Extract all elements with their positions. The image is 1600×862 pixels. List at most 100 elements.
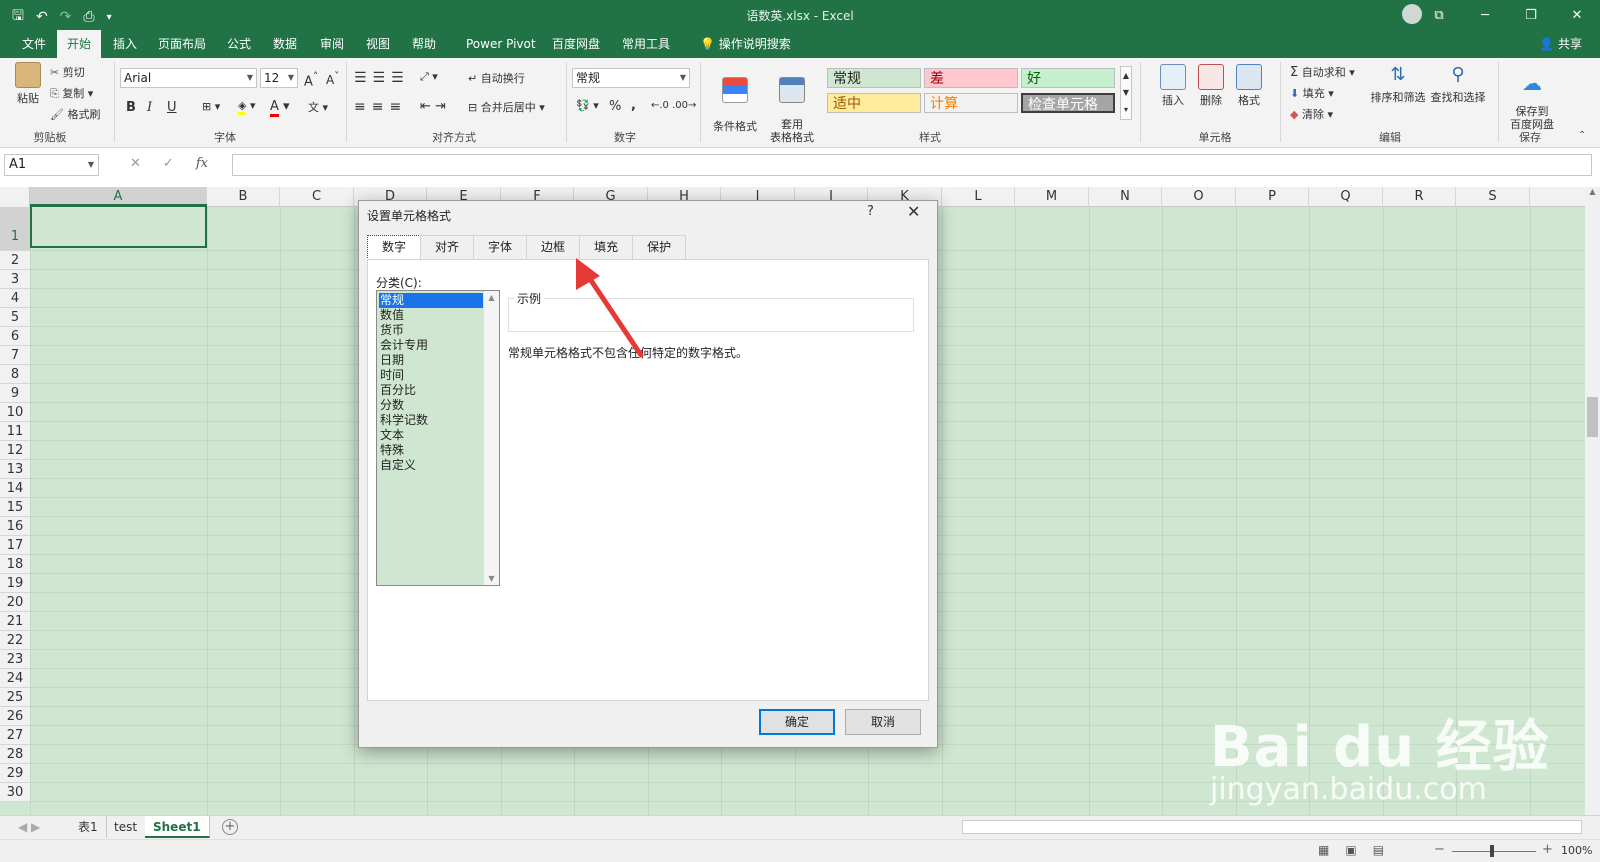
page-layout-view-icon[interactable]: ▣ xyxy=(1345,843,1356,857)
row-header-23[interactable]: 23 xyxy=(0,650,30,669)
formula-input[interactable] xyxy=(232,154,1592,176)
currency-icon[interactable]: 💱 ▾ xyxy=(576,99,599,112)
list-item[interactable]: 日期 xyxy=(379,353,483,368)
zoom-out-icon[interactable]: − xyxy=(1434,842,1445,857)
column-header-q[interactable]: Q xyxy=(1309,187,1383,207)
font-color-icon[interactable]: A ▾ xyxy=(270,99,290,117)
category-list[interactable]: 常规 数值 货币 会计专用 日期 时间 百分比 分数 科学记数 文本 特殊 自定… xyxy=(376,290,500,586)
row-header-27[interactable]: 27 xyxy=(0,726,30,745)
clear-button[interactable]: ◆ 清除 ▾ xyxy=(1290,106,1333,122)
style-bad[interactable]: 差 xyxy=(924,68,1018,88)
ribbon-display-icon[interactable]: ⧉ xyxy=(1416,0,1462,30)
list-item[interactable]: 科学记数 xyxy=(379,413,483,428)
row-header-18[interactable]: 18 xyxy=(0,555,30,574)
row-header-9[interactable]: 9 xyxy=(0,384,30,403)
italic-button[interactable]: I xyxy=(147,100,152,115)
row-header-10[interactable]: 10 xyxy=(0,403,30,422)
format-painter-button[interactable]: 🖌 格式刷 xyxy=(50,106,100,122)
tab-alignment[interactable]: 对齐 xyxy=(420,235,475,259)
horizontal-align-icons[interactable]: ≡≡≡ xyxy=(354,99,407,115)
list-item[interactable]: 会计专用 xyxy=(379,338,483,353)
tab-formulas[interactable]: 公式 xyxy=(217,30,261,58)
help-icon[interactable]: ? xyxy=(867,204,874,219)
column-header-n[interactable]: N xyxy=(1089,187,1162,207)
sheet-tab-test[interactable]: test xyxy=(106,816,147,838)
orientation-icon[interactable]: ⤢ ▾ xyxy=(420,70,438,84)
number-format-combo[interactable]: 常规 ▼ xyxy=(572,68,690,88)
fill-color-icon[interactable]: ◈ ▾ xyxy=(238,99,256,115)
tab-review[interactable]: 审阅 xyxy=(310,30,354,58)
zoom-slider[interactable] xyxy=(1452,851,1536,852)
merge-center-button[interactable]: ⊟ 合并后居中 ▾ xyxy=(468,99,545,115)
list-item[interactable]: 百分比 xyxy=(379,383,483,398)
scroll-thumb[interactable] xyxy=(1587,397,1598,437)
row-header-8[interactable]: 8 xyxy=(0,365,30,384)
category-scrollbar[interactable]: ▲ ▼ xyxy=(483,291,499,585)
tab-file[interactable]: 文件 xyxy=(12,30,56,58)
restore-icon[interactable]: ❐ xyxy=(1508,0,1554,30)
row-header-4[interactable]: 4 xyxy=(0,289,30,308)
vertical-align-icons[interactable]: ☰☰☰ xyxy=(354,70,410,86)
list-item[interactable]: 时间 xyxy=(379,368,483,383)
tab-number[interactable]: 数字 xyxy=(367,235,422,260)
list-item[interactable]: 特殊 xyxy=(379,443,483,458)
row-header-19[interactable]: 19 xyxy=(0,574,30,593)
indent-icons[interactable]: ⇤ ⇥ xyxy=(420,99,446,114)
underline-button[interactable]: U xyxy=(167,100,177,115)
tab-data[interactable]: 数据 xyxy=(263,30,307,58)
zoom-in-icon[interactable]: + xyxy=(1542,842,1553,857)
tab-common-tools[interactable]: 常用工具 xyxy=(612,30,680,58)
format-as-table-button[interactable]: 套用 表格格式 xyxy=(766,64,818,144)
column-header-r[interactable]: R xyxy=(1383,187,1456,207)
tab-protection[interactable]: 保护 xyxy=(632,235,687,259)
column-header-b[interactable]: B xyxy=(207,187,280,207)
scroll-up-icon[interactable]: ▲ xyxy=(484,293,499,302)
row-header-13[interactable]: 13 xyxy=(0,460,30,479)
list-item[interactable]: 常规 xyxy=(379,293,483,308)
list-item[interactable]: 数值 xyxy=(379,308,483,323)
grow-font-icon[interactable]: A˄ xyxy=(304,70,318,89)
column-header-l[interactable]: L xyxy=(942,187,1015,207)
row-header-30[interactable]: 30 xyxy=(0,783,30,802)
page-break-view-icon[interactable]: ▤ xyxy=(1373,843,1384,857)
column-header-p[interactable]: P xyxy=(1236,187,1309,207)
fill-button[interactable]: ⬇ 填充 ▾ xyxy=(1290,85,1334,101)
insert-cells-button[interactable]: 插入 xyxy=(1158,64,1188,108)
row-header-11[interactable]: 11 xyxy=(0,422,30,441)
row-header-29[interactable]: 29 xyxy=(0,764,30,783)
sheet-tab-1[interactable]: 表1 xyxy=(70,816,107,838)
column-header-c[interactable]: C xyxy=(280,187,354,207)
zoom-slider-thumb[interactable] xyxy=(1490,845,1494,857)
row-header-2[interactable]: 2 xyxy=(0,251,30,270)
insert-function-icon[interactable]: fx xyxy=(196,156,208,171)
normal-view-icon[interactable]: ▦ xyxy=(1318,843,1329,857)
add-sheet-icon[interactable]: + xyxy=(222,819,238,835)
row-header-15[interactable]: 15 xyxy=(0,498,30,517)
row-header-17[interactable]: 17 xyxy=(0,536,30,555)
share-button[interactable]: 👤 共享 xyxy=(1539,30,1582,58)
tab-fill[interactable]: 填充 xyxy=(579,235,634,259)
percent-button[interactable]: % xyxy=(609,99,621,114)
gallery-scroll-icons[interactable]: ▲ ▼ ▾ xyxy=(1120,66,1132,120)
paste-button[interactable]: 粘贴 xyxy=(12,62,44,106)
row-header-5[interactable]: 5 xyxy=(0,308,30,327)
active-cell[interactable] xyxy=(30,204,207,248)
list-item[interactable]: 自定义 xyxy=(379,458,483,473)
phonetic-icon[interactable]: 文 ▾ xyxy=(308,99,328,115)
conditional-format-button[interactable]: 条件格式 xyxy=(710,64,760,134)
row-header-7[interactable]: 7 xyxy=(0,346,30,365)
row-header-28[interactable]: 28 xyxy=(0,745,30,764)
row-header-12[interactable]: 12 xyxy=(0,441,30,460)
comma-button[interactable]: , xyxy=(631,98,636,113)
cancel-button[interactable]: 取消 xyxy=(845,709,921,735)
style-good[interactable]: 好 xyxy=(1021,68,1115,88)
ok-button[interactable]: 确定 xyxy=(759,709,835,735)
copy-button[interactable]: ⎘ 复制 ▾ xyxy=(50,85,93,101)
find-select-button[interactable]: ⚲ 查找和选择 xyxy=(1430,64,1486,105)
confirm-entry-icon[interactable]: ✓ xyxy=(163,156,174,171)
vertical-scrollbar[interactable]: ▲ xyxy=(1585,187,1600,815)
minimize-icon[interactable]: ─ xyxy=(1462,0,1508,30)
list-item[interactable]: 文本 xyxy=(379,428,483,443)
zoom-level[interactable]: 100% xyxy=(1561,844,1592,857)
bold-button[interactable]: B xyxy=(126,100,136,115)
